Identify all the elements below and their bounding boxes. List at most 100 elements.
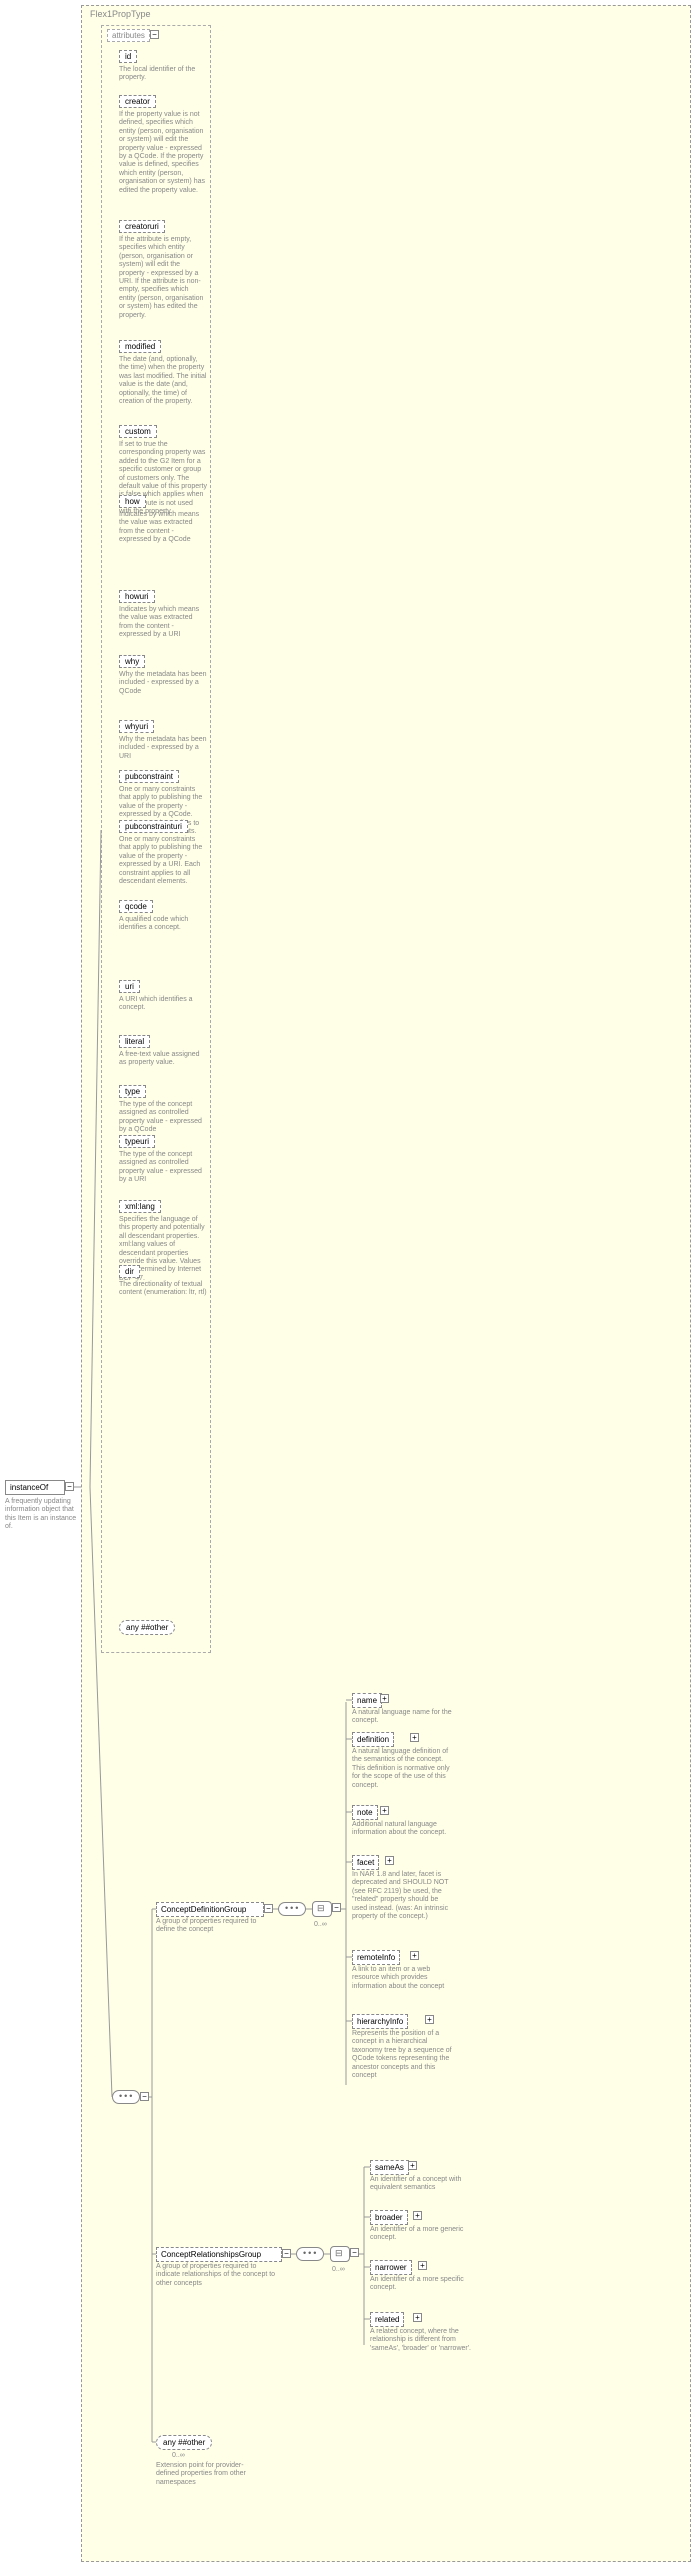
attr-desc: A qualified code which identifies a conc… — [119, 916, 207, 933]
concept-definition-group-label: ConceptDefinitionGroup — [161, 1905, 246, 1914]
attr-label: typeuri — [125, 1137, 149, 1146]
crg-expand-icon[interactable]: − — [282, 2249, 291, 2258]
def-child-note: note — [352, 1805, 378, 1820]
attr-id: id — [119, 50, 137, 63]
def-child-hierarchyInfo: hierarchyInfo — [352, 2014, 408, 2029]
expand-icon[interactable]: + — [425, 2015, 434, 2024]
rel-child-desc: A related concept, where the relationshi… — [370, 2328, 472, 2353]
attr-whyuri: whyuri — [119, 720, 154, 733]
attr-label: uri — [125, 982, 134, 991]
cdg-choice-icon — [312, 1901, 332, 1917]
attr-label: qcode — [125, 902, 147, 911]
attr-desc: One or many constraints that apply to pu… — [119, 836, 207, 886]
crg-card: 0..∞ — [332, 2266, 345, 2274]
sequence-expand-icon[interactable]: − — [140, 2092, 149, 2101]
type-label: Flex1PropType — [90, 9, 151, 19]
attr-qcode: qcode — [119, 900, 153, 913]
attributes-label: attributes — [107, 29, 150, 42]
attr-why: why — [119, 655, 145, 668]
attr-label: literal — [125, 1037, 144, 1046]
attr-desc: If the property value is not defined, sp… — [119, 111, 207, 195]
cdg-expand-icon[interactable]: − — [264, 1904, 273, 1913]
attr-pubconstraint: pubconstraint — [119, 770, 179, 783]
concept-relationships-group: ConceptRelationshipsGroup — [156, 2247, 282, 2262]
attr-desc: If the attribute is empty, specifies whi… — [119, 236, 207, 320]
attr-label: dir — [125, 1267, 134, 1276]
def-child-desc: A natural language definition of the sem… — [352, 1748, 454, 1790]
attr-xml-lang: xml:lang — [119, 1200, 161, 1213]
attr-howuri: howuri — [119, 590, 155, 603]
attr-label: why — [125, 657, 139, 666]
attr-literal: literal — [119, 1035, 150, 1048]
attr-label: how — [125, 497, 140, 506]
attr-desc: The local identifier of the property. — [119, 66, 207, 83]
attr-type: type — [119, 1085, 146, 1098]
expand-icon[interactable]: + — [385, 1856, 394, 1865]
def-child-desc: A natural language name for the concept. — [352, 1709, 454, 1726]
attr-desc: A free-text value assigned as property v… — [119, 1051, 207, 1068]
crg-desc: A group of properties required to indica… — [156, 2263, 276, 2288]
attr-desc: A URI which identifies a concept. — [119, 996, 207, 1013]
attr-typeuri: typeuri — [119, 1135, 155, 1148]
attr-desc: The date (and, optionally, the time) whe… — [119, 356, 207, 406]
attr-how: how — [119, 495, 146, 508]
any-other-attr: any ##other — [119, 1620, 175, 1635]
any-other-attr-label: any ##other — [126, 1623, 168, 1632]
def-child-definition: definition — [352, 1732, 394, 1747]
attr-label: type — [125, 1087, 140, 1096]
attr-label: modified — [125, 342, 155, 351]
def-child-desc: Additional natural language information … — [352, 1821, 454, 1838]
expand-icon[interactable]: + — [380, 1806, 389, 1815]
attributes-expand-icon[interactable]: − — [150, 30, 159, 39]
rel-child-sameAs: sameAs — [370, 2160, 409, 2175]
attr-label: whyuri — [125, 722, 148, 731]
attr-desc: The type of the concept assigned as cont… — [119, 1151, 207, 1185]
attr-dir: dir — [119, 1265, 140, 1278]
any-other-elem-label: any ##other — [163, 2438, 205, 2447]
any-other-elem: any ##other — [156, 2435, 212, 2450]
attr-desc: Indicates by which means the value was e… — [119, 511, 207, 545]
expand-icon[interactable]: + — [410, 1951, 419, 1960]
crg-label: ConceptRelationshipsGroup — [161, 2250, 261, 2259]
crg-sequence-icon — [296, 2247, 324, 2261]
expand-icon[interactable]: + — [380, 1694, 389, 1703]
attr-label: pubconstraint — [125, 772, 173, 781]
def-child-remoteInfo: remoteInfo — [352, 1950, 400, 1965]
cdg-sequence-icon — [278, 1902, 306, 1916]
attr-label: creator — [125, 97, 150, 106]
rel-child-related: related — [370, 2312, 404, 2327]
rel-child-broader: broader — [370, 2210, 408, 2225]
attr-desc: The type of the concept assigned as cont… — [119, 1101, 207, 1135]
attr-label: xml:lang — [125, 1202, 155, 1211]
cdg-card: 0..∞ — [314, 1921, 327, 1929]
rel-child-desc: An identifier of a more generic concept. — [370, 2226, 472, 2243]
attr-creator: creator — [119, 95, 156, 108]
rel-child-narrower: narrower — [370, 2260, 412, 2275]
attr-desc: Indicates by which means the value was e… — [119, 606, 207, 640]
def-child-desc: In NAR 1.8 and later, facet is deprecate… — [352, 1871, 454, 1921]
attr-custom: custom — [119, 425, 157, 438]
def-child-facet: facet — [352, 1855, 379, 1870]
rel-child-desc: An identifier of a concept with equivale… — [370, 2176, 472, 2193]
attr-label: howuri — [125, 592, 149, 601]
attr-creatoruri: creatoruri — [119, 220, 165, 233]
crg-choice-icon — [330, 2246, 350, 2262]
attr-label: creatoruri — [125, 222, 159, 231]
any-desc: Extension point for provider-defined pro… — [156, 2462, 261, 2487]
def-child-desc: A link to an item or a web resource whic… — [352, 1966, 454, 1991]
attr-pubconstrainturi: pubconstrainturi — [119, 820, 188, 833]
attr-modified: modified — [119, 340, 161, 353]
attr-uri: uri — [119, 980, 140, 993]
any-card: 0..∞ — [172, 2452, 185, 2460]
instanceof-desc: A frequently updating information object… — [5, 1498, 80, 1532]
expand-icon[interactable]: + — [413, 2313, 422, 2322]
expand-icon[interactable]: + — [418, 2261, 427, 2270]
expand-icon[interactable]: + — [413, 2211, 422, 2220]
def-child-desc: Represents the position of a concept in … — [352, 2030, 454, 2080]
expand-icon[interactable]: − — [65, 1482, 74, 1491]
def-child-name: name — [352, 1693, 382, 1708]
crg-choice-expand-icon[interactable]: − — [350, 2248, 359, 2257]
expand-icon[interactable]: + — [410, 1733, 419, 1742]
cdg-choice-expand-icon[interactable]: − — [332, 1903, 341, 1912]
expand-icon[interactable]: + — [408, 2161, 417, 2170]
